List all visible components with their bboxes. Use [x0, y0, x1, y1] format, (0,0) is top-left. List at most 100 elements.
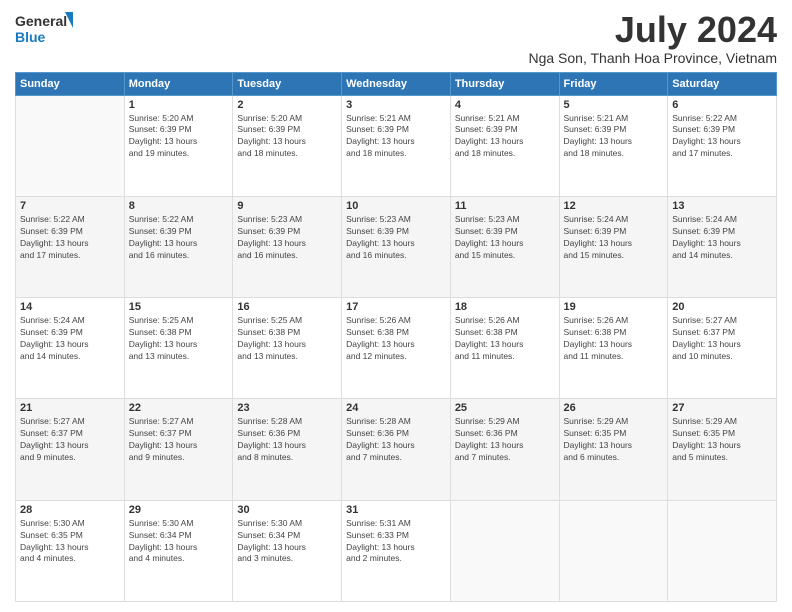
calendar-cell: 31Sunrise: 5:31 AMSunset: 6:33 PMDayligh…	[342, 500, 451, 601]
weekday-sunday: Sunday	[16, 72, 125, 95]
calendar-cell: 18Sunrise: 5:26 AMSunset: 6:38 PMDayligh…	[450, 298, 559, 399]
day-info: Sunrise: 5:30 AMSunset: 6:34 PMDaylight:…	[237, 518, 337, 566]
day-number: 17	[346, 301, 446, 313]
calendar-cell: 24 Sunrise: 5:28 AMSunset: 6:36 PMDayligh…	[342, 399, 451, 500]
header: General Blue July 2024 Nga Son, Thanh Ho…	[15, 10, 777, 66]
day-number: 24	[346, 402, 446, 414]
day-number: 11	[455, 200, 555, 212]
calendar-cell: 10Sunrise: 5:23 AMSunset: 6:39 PMDayligh…	[342, 196, 451, 297]
calendar-cell: 22 Sunrise: 5:27 AMSunset: 6:37 PMDayligh…	[124, 399, 233, 500]
day-info: Sunrise: 5:21 AMSunset: 6:39 PMDaylight:…	[346, 113, 446, 161]
day-number: 25	[455, 402, 555, 414]
calendar-cell: 12 Sunrise: 5:24 AMSunset: 6:39 PMDayligh…	[559, 196, 668, 297]
calendar-cell: 8 Sunrise: 5:22 AMSunset: 6:39 PMDaylight…	[124, 196, 233, 297]
calendar-cell: 23 Sunrise: 5:28 AMSunset: 6:36 PMDayligh…	[233, 399, 342, 500]
calendar-cell: 5 Sunrise: 5:21 AMSunset: 6:39 PMDaylight…	[559, 95, 668, 196]
weekday-friday: Friday	[559, 72, 668, 95]
day-info: Sunrise: 5:24 AMSunset: 6:39 PMDaylight:…	[672, 214, 772, 262]
day-info: Sunrise: 5:25 AMSunset: 6:38 PMDaylight:…	[129, 315, 229, 363]
weekday-thursday: Thursday	[450, 72, 559, 95]
day-info: Sunrise: 5:25 AMSunset: 6:38 PMDaylight:…	[237, 315, 337, 363]
day-info: Sunrise: 5:30 AMSunset: 6:34 PMDaylight:…	[129, 518, 229, 566]
calendar-cell: 19Sunrise: 5:26 AMSunset: 6:38 PMDayligh…	[559, 298, 668, 399]
calendar-cell: 6Sunrise: 5:22 AMSunset: 6:39 PMDaylight…	[668, 95, 777, 196]
day-number: 4	[455, 99, 555, 111]
calendar-cell: 17 Sunrise: 5:26 AMSunset: 6:38 PMDayligh…	[342, 298, 451, 399]
day-number: 9	[237, 200, 337, 212]
day-number: 5	[564, 99, 664, 111]
day-number: 2	[237, 99, 337, 111]
svg-text:General: General	[15, 13, 67, 29]
day-info: Sunrise: 5:29 AMSunset: 6:35 PMDaylight:…	[672, 416, 772, 464]
page: General Blue July 2024 Nga Son, Thanh Ho…	[0, 0, 792, 612]
day-info: Sunrise: 5:27 AMSunset: 6:37 PMDaylight:…	[672, 315, 772, 363]
logo-svg: General Blue	[15, 10, 75, 52]
calendar-cell: 30 Sunrise: 5:30 AMSunset: 6:34 PMDayligh…	[233, 500, 342, 601]
day-info: Sunrise: 5:29 AMSunset: 6:36 PMDaylight:…	[455, 416, 555, 464]
calendar-cell: 4 Sunrise: 5:21 AMSunset: 6:39 PMDaylight…	[450, 95, 559, 196]
title-block: July 2024 Nga Son, Thanh Hoa Province, V…	[528, 10, 777, 66]
day-number: 14	[20, 301, 120, 313]
day-info: Sunrise: 5:23 AMSunset: 6:39 PMDaylight:…	[346, 214, 446, 262]
day-info: Sunrise: 5:22 AMSunset: 6:39 PMDaylight:…	[672, 113, 772, 161]
day-info: Sunrise: 5:20 AMSunset: 6:39 PMDaylight:…	[237, 113, 337, 161]
day-number: 18	[455, 301, 555, 313]
calendar-cell: 7Sunrise: 5:22 AMSunset: 6:39 PMDaylight…	[16, 196, 125, 297]
calendar-cell: 26 Sunrise: 5:29 AMSunset: 6:35 PMDayligh…	[559, 399, 668, 500]
day-number: 28	[20, 504, 120, 516]
day-number: 8	[129, 200, 229, 212]
day-info: Sunrise: 5:26 AMSunset: 6:38 PMDaylight:…	[346, 315, 446, 363]
weekday-saturday: Saturday	[668, 72, 777, 95]
day-number: 3	[346, 99, 446, 111]
day-info: Sunrise: 5:24 AMSunset: 6:39 PMDaylight:…	[20, 315, 120, 363]
calendar-cell: 15 Sunrise: 5:25 AMSunset: 6:38 PMDayligh…	[124, 298, 233, 399]
calendar-cell: 11Sunrise: 5:23 AMSunset: 6:39 PMDayligh…	[450, 196, 559, 297]
calendar-cell	[450, 500, 559, 601]
day-info: Sunrise: 5:27 AMSunset: 6:37 PMDaylight:…	[129, 416, 229, 464]
day-number: 15	[129, 301, 229, 313]
weekday-tuesday: Tuesday	[233, 72, 342, 95]
calendar-cell: 28Sunrise: 5:30 AMSunset: 6:35 PMDayligh…	[16, 500, 125, 601]
day-info: Sunrise: 5:22 AMSunset: 6:39 PMDaylight:…	[129, 214, 229, 262]
day-number: 29	[129, 504, 229, 516]
weekday-wednesday: Wednesday	[342, 72, 451, 95]
calendar-cell: 20Sunrise: 5:27 AMSunset: 6:37 PMDayligh…	[668, 298, 777, 399]
calendar-cell: 1Sunrise: 5:20 AMSunset: 6:39 PMDaylight…	[124, 95, 233, 196]
day-info: Sunrise: 5:29 AMSunset: 6:35 PMDaylight:…	[564, 416, 664, 464]
day-number: 7	[20, 200, 120, 212]
day-info: Sunrise: 5:28 AMSunset: 6:36 PMDaylight:…	[237, 416, 337, 464]
subtitle: Nga Son, Thanh Hoa Province, Vietnam	[528, 50, 777, 66]
week-row-1: 1 Sunrise: 5:20 AMSunset: 6:39 PMDaylight…	[16, 95, 777, 196]
weekday-monday: Monday	[124, 72, 233, 95]
day-number: 27	[672, 402, 772, 414]
logo: General Blue	[15, 10, 75, 52]
day-number: 22	[129, 402, 229, 414]
svg-text:Blue: Blue	[15, 29, 46, 45]
calendar-table: SundayMondayTuesdayWednesdayThursdayFrid…	[15, 72, 777, 602]
day-number: 30	[237, 504, 337, 516]
day-number: 23	[237, 402, 337, 414]
day-number: 21	[20, 402, 120, 414]
day-number: 26	[564, 402, 664, 414]
day-number: 1	[129, 99, 229, 111]
week-row-5: 28Sunrise: 5:30 AMSunset: 6:35 PMDayligh…	[16, 500, 777, 601]
day-number: 16	[237, 301, 337, 313]
week-row-3: 14 Sunrise: 5:24 AMSunset: 6:39 PMDayligh…	[16, 298, 777, 399]
main-title: July 2024	[528, 10, 777, 50]
day-number: 13	[672, 200, 772, 212]
week-row-4: 21 Sunrise: 5:27 AMSunset: 6:37 PMDayligh…	[16, 399, 777, 500]
calendar-cell: 3 Sunrise: 5:21 AMSunset: 6:39 PMDaylight…	[342, 95, 451, 196]
day-info: Sunrise: 5:21 AMSunset: 6:39 PMDaylight:…	[455, 113, 555, 161]
calendar-cell: 21Sunrise: 5:27 AMSunset: 6:37 PMDayligh…	[16, 399, 125, 500]
day-info: Sunrise: 5:28 AMSunset: 6:36 PMDaylight:…	[346, 416, 446, 464]
calendar-cell	[16, 95, 125, 196]
day-info: Sunrise: 5:21 AMSunset: 6:39 PMDaylight:…	[564, 113, 664, 161]
weekday-header-row: SundayMondayTuesdayWednesdayThursdayFrid…	[16, 72, 777, 95]
calendar-cell: 9 Sunrise: 5:23 AMSunset: 6:39 PMDaylight…	[233, 196, 342, 297]
day-info: Sunrise: 5:23 AMSunset: 6:39 PMDaylight:…	[237, 214, 337, 262]
calendar-cell: 13 Sunrise: 5:24 AMSunset: 6:39 PMDayligh…	[668, 196, 777, 297]
calendar-cell	[559, 500, 668, 601]
calendar-cell: 14 Sunrise: 5:24 AMSunset: 6:39 PMDayligh…	[16, 298, 125, 399]
day-number: 12	[564, 200, 664, 212]
day-info: Sunrise: 5:24 AMSunset: 6:39 PMDaylight:…	[564, 214, 664, 262]
